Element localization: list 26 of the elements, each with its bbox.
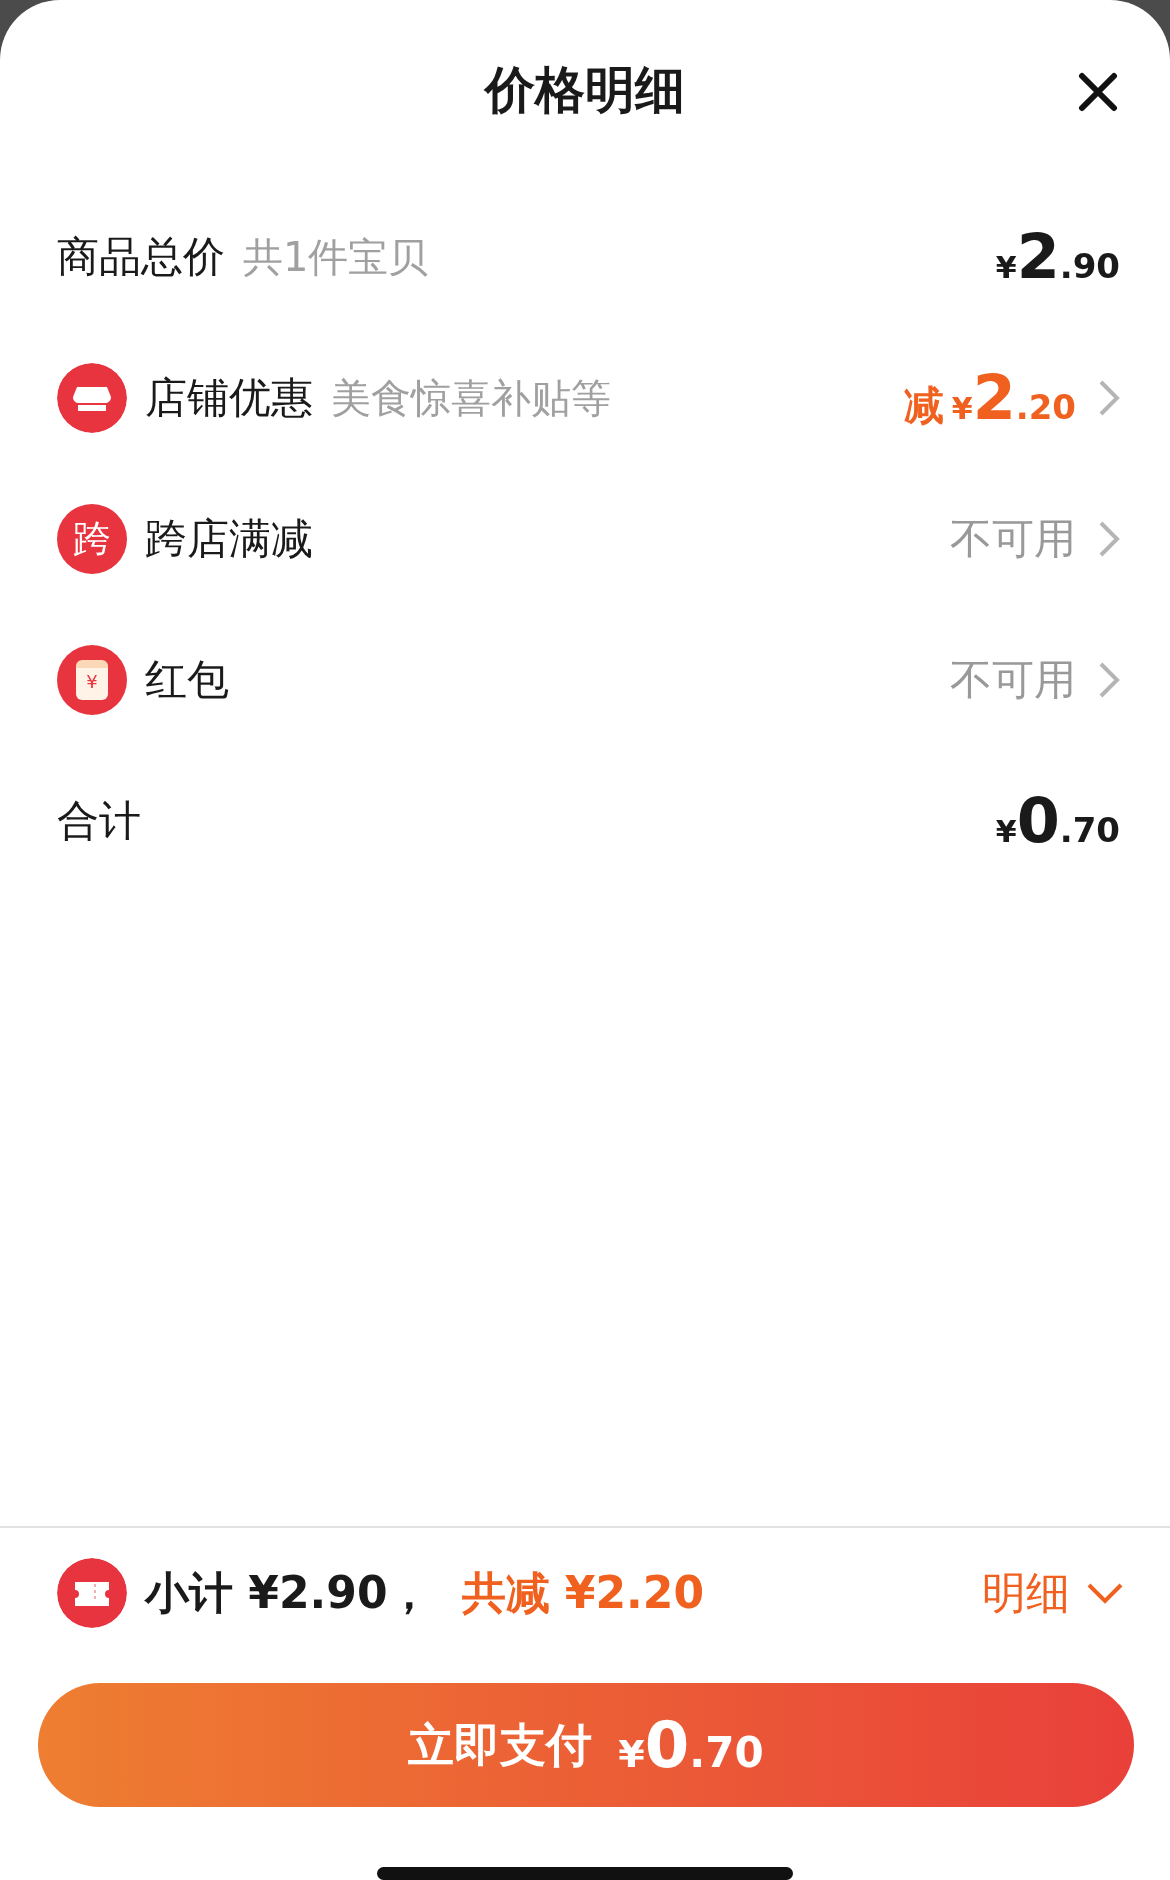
row-label: 商品总价	[57, 231, 225, 283]
row-label: 合计	[57, 795, 141, 847]
chevron-icon[interactable]	[1098, 519, 1120, 558]
details-button[interactable]: 明细	[982, 1560, 1124, 1626]
chevron-icon[interactable]	[1098, 378, 1120, 417]
discount-text: 共减 ¥2.20	[461, 1566, 704, 1620]
row-label: 跨店满减	[145, 513, 313, 565]
ticket-icon	[57, 1558, 127, 1628]
caret-icon	[1086, 1582, 1124, 1604]
shop-icon	[57, 362, 127, 433]
price-text: ¥0.70	[995, 783, 1120, 859]
price-text: ¥2.90	[995, 219, 1120, 295]
row-note: 美食惊喜补贴等	[331, 373, 611, 423]
row-label: 红包	[145, 654, 229, 706]
sheet-title: 价格明细	[485, 60, 685, 121]
close-button[interactable]	[1078, 72, 1118, 112]
chevron-icon[interactable]	[1098, 660, 1120, 699]
row-label: 店铺优惠	[145, 372, 313, 424]
subtotal-text: 小计 ¥2.90，	[145, 1566, 432, 1620]
envelope-icon: ¥	[57, 644, 127, 715]
status-text: 不可用	[950, 513, 1076, 565]
status-text: 不可用	[950, 654, 1076, 706]
price-text: 减 ¥2.20	[903, 360, 1076, 436]
badge-icon: 跨	[57, 503, 127, 574]
pay-button[interactable]: 立即支付 ¥0.70	[38, 1683, 1134, 1807]
row-note: 共1件宝贝	[243, 232, 429, 282]
